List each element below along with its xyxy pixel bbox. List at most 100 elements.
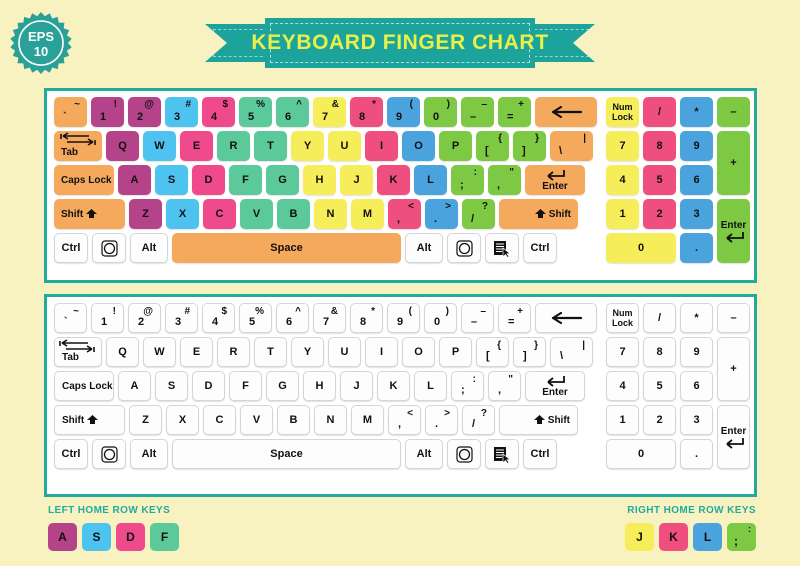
key-n[interactable]: N bbox=[314, 405, 347, 435]
key-p[interactable]: P bbox=[439, 131, 472, 161]
numpad-key-1[interactable]: 1 bbox=[606, 405, 639, 435]
key-g[interactable]: G bbox=[266, 165, 299, 195]
key-k[interactable]: K bbox=[377, 165, 410, 195]
key-t[interactable]: T bbox=[254, 337, 287, 367]
numpad-key-7[interactable]: 7 bbox=[606, 131, 639, 161]
key-2[interactable]: 2 @ bbox=[128, 303, 161, 333]
key-x[interactable]: X bbox=[166, 405, 199, 435]
key-d[interactable]: D bbox=[192, 371, 225, 401]
key-q[interactable]: Q bbox=[106, 337, 139, 367]
key-v[interactable]: V bbox=[240, 405, 273, 435]
key-tab[interactable]: Tab bbox=[54, 337, 102, 367]
key-w[interactable]: W bbox=[143, 337, 176, 367]
key--[interactable]: ;: bbox=[451, 371, 484, 401]
key--[interactable]: /? bbox=[462, 199, 495, 229]
numpad-key--[interactable]: – bbox=[717, 303, 750, 333]
numpad-key--[interactable]: . bbox=[680, 439, 713, 469]
numpad-key--[interactable]: * bbox=[680, 97, 713, 127]
key--[interactable]: ` ~ bbox=[54, 303, 87, 333]
key-8[interactable]: 8 * bbox=[350, 97, 383, 127]
key--[interactable]: , " bbox=[488, 165, 521, 195]
key--[interactable] bbox=[535, 303, 597, 333]
key-f[interactable]: F bbox=[229, 165, 262, 195]
key-1[interactable]: 1! bbox=[91, 303, 124, 333]
numpad-key-0[interactable]: 0 bbox=[606, 233, 676, 263]
key--[interactable]: ` ~ bbox=[54, 97, 87, 127]
numpad-key-5[interactable]: 5 bbox=[643, 371, 676, 401]
key--[interactable]: , < bbox=[388, 405, 421, 435]
key-c[interactable]: C bbox=[203, 199, 236, 229]
key-5[interactable]: 5% bbox=[239, 303, 272, 333]
key-k[interactable]: K bbox=[377, 371, 410, 401]
key-e[interactable]: E bbox=[180, 337, 213, 367]
key-o[interactable]: O bbox=[402, 131, 435, 161]
numpad-key-num-lock[interactable]: Num Lock bbox=[606, 303, 639, 333]
key-x[interactable]: X bbox=[166, 199, 199, 229]
key--[interactable]: = + bbox=[498, 97, 531, 127]
key--[interactable]: \ | bbox=[550, 337, 593, 367]
key-a[interactable]: A bbox=[118, 165, 151, 195]
key-0[interactable]: 0) bbox=[424, 303, 457, 333]
numpad-key-8[interactable]: 8 bbox=[643, 131, 676, 161]
key-5[interactable]: 5% bbox=[239, 97, 272, 127]
numpad-key-2[interactable]: 2 bbox=[643, 405, 676, 435]
key-l[interactable]: L bbox=[414, 165, 447, 195]
numpad-key-3[interactable]: 3 bbox=[680, 405, 713, 435]
key-j[interactable]: J bbox=[340, 371, 373, 401]
key-space[interactable]: Space bbox=[172, 439, 401, 469]
numpad-key-8[interactable]: 8 bbox=[643, 337, 676, 367]
key-m[interactable]: M bbox=[351, 199, 384, 229]
key-g[interactable]: G bbox=[266, 371, 299, 401]
key-s[interactable]: S bbox=[155, 165, 188, 195]
key-l[interactable]: L bbox=[414, 371, 447, 401]
key-tab[interactable]: Tab bbox=[54, 131, 102, 161]
key-8[interactable]: 8 * bbox=[350, 303, 383, 333]
key--[interactable]: [{ bbox=[476, 337, 509, 367]
numpad-key-3[interactable]: 3 bbox=[680, 199, 713, 229]
key-alt[interactable]: Alt bbox=[130, 439, 168, 469]
key-caps-lock[interactable]: Caps Lock bbox=[54, 165, 114, 195]
key-b[interactable]: B bbox=[277, 199, 310, 229]
key-2[interactable]: 2 @ bbox=[128, 97, 161, 127]
key--[interactable]: ;: bbox=[451, 165, 484, 195]
key-d[interactable]: D bbox=[192, 165, 225, 195]
numpad-key--[interactable]: . bbox=[680, 233, 713, 263]
key--[interactable]: . > bbox=[425, 405, 458, 435]
key-p[interactable]: P bbox=[439, 337, 472, 367]
numpad-key-enter[interactable]: Enter bbox=[717, 405, 750, 469]
key-z[interactable]: Z bbox=[129, 199, 162, 229]
key-ctrl[interactable]: Ctrl bbox=[54, 233, 88, 263]
numpad-key-enter[interactable]: Enter bbox=[717, 199, 750, 263]
key-a[interactable]: A bbox=[118, 371, 151, 401]
key-enter[interactable]: Enter bbox=[525, 165, 585, 195]
key-f[interactable]: F bbox=[229, 371, 262, 401]
key-7[interactable]: 7 & bbox=[313, 303, 346, 333]
key-r[interactable]: R bbox=[217, 337, 250, 367]
key-caps-lock[interactable]: Caps Lock bbox=[54, 371, 114, 401]
key-u[interactable]: U bbox=[328, 337, 361, 367]
key--[interactable]: ]} bbox=[513, 337, 546, 367]
key-alt[interactable]: Alt bbox=[130, 233, 168, 263]
numpad-key-4[interactable]: 4 bbox=[606, 165, 639, 195]
key-e[interactable]: E bbox=[180, 131, 213, 161]
key-ctrl[interactable]: Ctrl bbox=[523, 439, 557, 469]
key-q[interactable]: Q bbox=[106, 131, 139, 161]
key-symbol[interactable] bbox=[92, 439, 126, 469]
key-alt[interactable]: Alt bbox=[405, 439, 443, 469]
numpad-key--[interactable]: / bbox=[643, 303, 676, 333]
numpad-key--[interactable]: + bbox=[717, 337, 750, 401]
key-h[interactable]: H bbox=[303, 165, 336, 195]
key-h[interactable]: H bbox=[303, 371, 336, 401]
key-z[interactable]: Z bbox=[129, 405, 162, 435]
key-u[interactable]: U bbox=[328, 131, 361, 161]
key-9[interactable]: 9( bbox=[387, 303, 420, 333]
key-4[interactable]: 4 $ bbox=[202, 303, 235, 333]
key-i[interactable]: I bbox=[365, 337, 398, 367]
key-s[interactable]: S bbox=[155, 371, 188, 401]
numpad-key-9[interactable]: 9 bbox=[680, 337, 713, 367]
numpad-key-7[interactable]: 7 bbox=[606, 337, 639, 367]
numpad-key-9[interactable]: 9 bbox=[680, 131, 713, 161]
key--[interactable]: = + bbox=[498, 303, 531, 333]
numpad-key-6[interactable]: 6 bbox=[680, 165, 713, 195]
numpad-key-4[interactable]: 4 bbox=[606, 371, 639, 401]
